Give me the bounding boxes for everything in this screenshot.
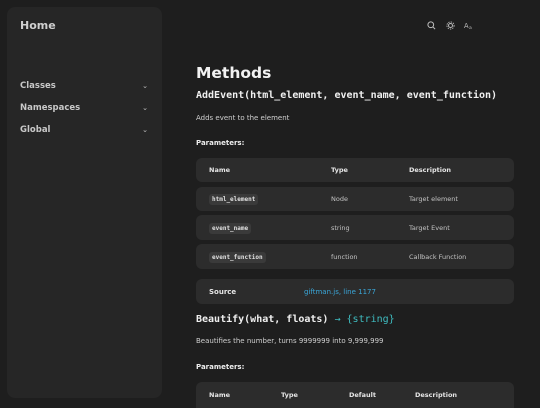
sidebar-home-link[interactable]: Home [20,19,56,32]
param-type: function [331,252,358,261]
param-type: Node [331,195,348,203]
column-header: Type [331,166,348,174]
param-description: Target element [409,195,458,203]
sidebar-item-label: Classes [20,81,56,91]
sidebar-item-classes[interactable]: Classes ⌄ [20,79,148,93]
method-description: Adds event to the element [196,114,290,122]
method-description: Beautifies the number, turns 9999999 int… [196,337,384,345]
param-name: event_function [209,251,266,263]
parameters-label: Parameters: [196,139,245,147]
table-row: event_name string Target Event [196,215,514,240]
param-description: Callback Function [409,252,467,261]
section-title: Methods [196,64,272,82]
column-header: Description [409,166,452,174]
main-content: Methods AddEvent(html_element, event_nam… [196,0,514,408]
sidebar: Home Classes ⌄ Namespaces ⌄ Global ⌄ [7,7,162,398]
source-link[interactable]: giftman.js, line 1177 [304,288,376,296]
param-description: Target Event [409,223,450,232]
chevron-down-icon: ⌄ [142,82,148,90]
method-signature-name: Beautify(what, floats) [196,314,329,325]
sidebar-item-namespaces[interactable]: Namespaces ⌄ [20,101,148,115]
source-label: Source [209,287,237,296]
method-signature: AddEvent(html_element, event_name, event… [196,90,498,101]
parameters-label: Parameters: [196,363,245,371]
params-table-header: Name Type Default Description [196,382,514,408]
column-header: Description [415,391,458,399]
sidebar-item-label: Namespaces [20,103,81,113]
table-row: html_element Node Target element [196,187,514,211]
param-name: html_element [209,194,259,205]
param-type: string [331,223,350,232]
param-name: event_name [209,222,252,234]
sidebar-item-global[interactable]: Global ⌄ [20,123,148,137]
method-return-type: → {string} [334,314,395,325]
params-table-header: Name Type Description [196,158,514,182]
sidebar-item-label: Global [20,125,51,135]
column-header: Name [209,391,231,399]
column-header: Name [209,166,231,174]
chevron-down-icon: ⌄ [142,126,148,134]
table-row: event_function function Callback Functio… [196,244,514,269]
chevron-down-icon: ⌄ [142,104,148,112]
source-row: Source giftman.js, line 1177 [196,279,514,304]
column-header: Default [349,391,376,399]
column-header: Type [281,391,298,399]
method-signature: Beautify(what, floats) → {string} [196,314,395,325]
